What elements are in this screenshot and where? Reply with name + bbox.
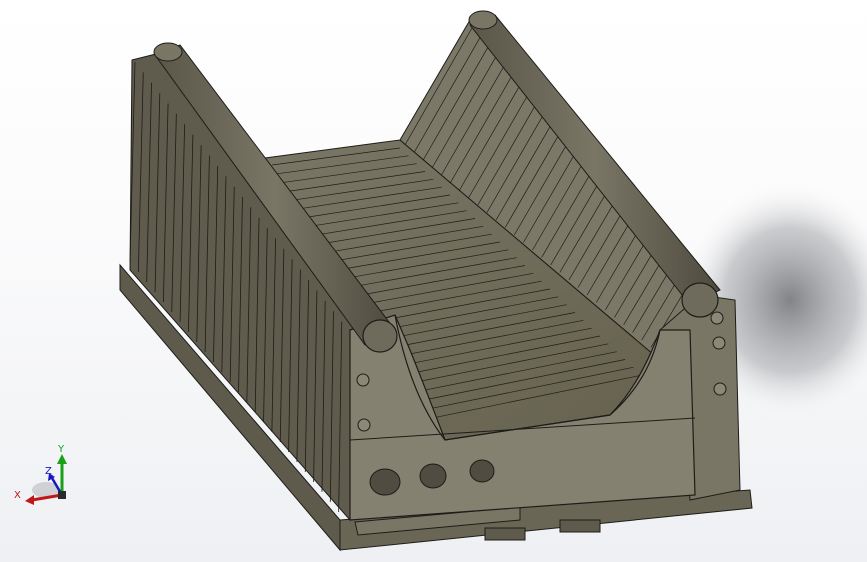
- left-rod-end: [362, 319, 398, 353]
- bolt-hole: [713, 382, 727, 396]
- x-axis-label: X: [14, 490, 21, 501]
- bolt-hole: [712, 336, 726, 350]
- bolt-hole: [710, 311, 724, 325]
- front-bolt-hole: [356, 373, 370, 387]
- left-rod-cap: [153, 42, 183, 62]
- triad-origin: [58, 491, 66, 499]
- z-axis-label: Z: [45, 466, 52, 477]
- base-foot: [559, 519, 601, 533]
- front-port-hole: [369, 468, 401, 496]
- x-arrowhead: [25, 495, 34, 505]
- y-arrowhead: [57, 454, 67, 464]
- reference-triad: Y X Z: [14, 444, 67, 505]
- right-rod-cap: [468, 10, 498, 30]
- y-axis-label: Y: [57, 444, 65, 455]
- front-port-hole: [469, 459, 495, 483]
- base-foot: [484, 527, 526, 541]
- cad-model-view[interactable]: [0, 0, 867, 562]
- front-bolt-hole: [357, 418, 371, 432]
- front-port-hole: [419, 463, 447, 489]
- right-rod-end: [681, 282, 719, 318]
- graphics-viewport[interactable]: Y X Z: [0, 0, 867, 562]
